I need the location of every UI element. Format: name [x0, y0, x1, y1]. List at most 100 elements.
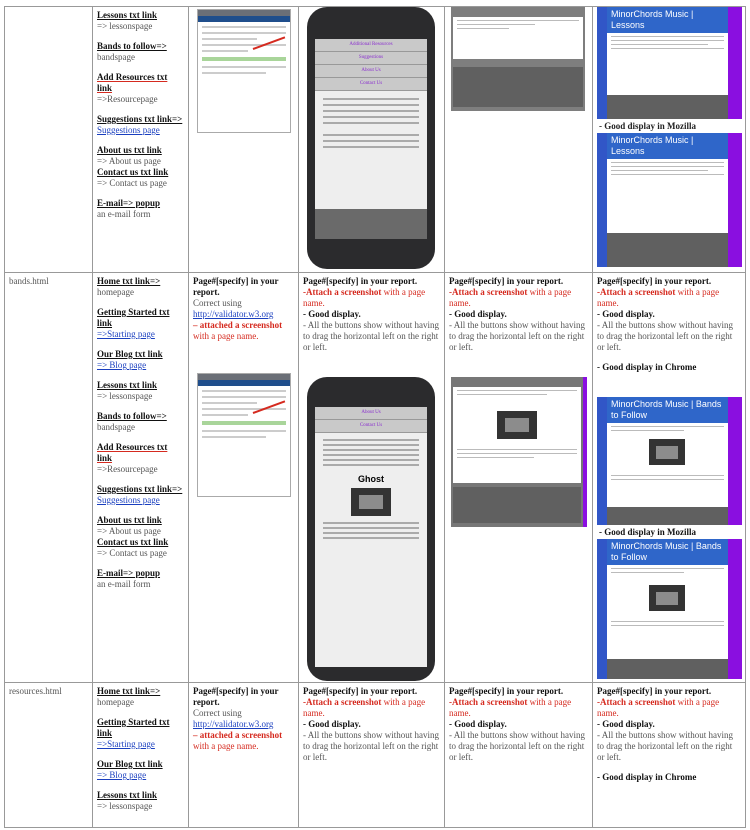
nav-link-entry: Getting Started txt link =>Starting page: [97, 307, 184, 340]
phone-body-text: [315, 91, 427, 155]
link-label: Suggestions txt link=>: [97, 484, 183, 494]
link-target[interactable]: =>Starting page: [97, 739, 184, 750]
link-target: bandspage: [97, 422, 135, 432]
validator-link[interactable]: http://validator.w3.org: [193, 309, 294, 320]
row1-mobile-cell: Additional Resources Suggestions About Us C…: [299, 7, 445, 273]
nav-link-entry: Contact us txt link => Contact us page: [97, 537, 184, 559]
attach-text: -Attach a screenshot: [303, 287, 382, 297]
desktop-heading: Page#[specify] in your report.: [597, 686, 712, 696]
attach-text: -Attach a screenshot: [449, 697, 528, 707]
row1-tablet-cell: [445, 7, 593, 273]
link-target: => lessonspage: [97, 391, 153, 401]
link-label: Add Resources txt link: [97, 72, 168, 93]
correct-text: Correct using: [193, 708, 242, 718]
nav-link-entry: Contact us txt link => Contact us page: [97, 167, 184, 189]
link-target: => lessonspage: [97, 801, 153, 811]
validator-screenshot: [197, 9, 291, 133]
link-label: Getting Started txt link: [97, 307, 170, 328]
good-display-text: - Good display.: [303, 309, 361, 319]
link-target: => Contact us page: [97, 548, 167, 558]
link-target: => About us page: [97, 526, 161, 536]
nav-link-entry: Our Blog txt link => Blog page: [97, 759, 184, 781]
link-label: Lessons txt link: [97, 10, 158, 20]
row1-links-cell: Lessons txt link => lessonspage Bands to f…: [93, 7, 189, 273]
link-label: Contact us txt link: [97, 537, 169, 547]
link-label: Our Blog txt link: [97, 759, 163, 769]
desktop-caption: - Good display in Mozilla: [599, 121, 697, 131]
link-target: homepage: [97, 287, 134, 297]
file-name: resources.html: [9, 686, 62, 696]
link-target: =>Resourcepage: [97, 94, 158, 104]
nav-link-entry: Our Blog txt link => Blog page: [97, 349, 184, 371]
attach-text: -Attach a screenshot: [303, 697, 382, 707]
validator-screenshot: [197, 373, 291, 497]
phone-nav-item[interactable]: Additional Resources: [315, 39, 427, 52]
link-target: an e-mail form: [97, 209, 151, 219]
nav-link-entry: Lessons txt link => lessonspage: [97, 10, 184, 32]
link-label: About us txt link: [97, 515, 162, 525]
validator-link[interactable]: http://validator.w3.org: [193, 719, 294, 730]
attached-text: – attached a screenshot: [193, 730, 283, 740]
row1-desktop-cell: MinorChords Music | Lessons - Good displ…: [593, 7, 746, 273]
link-target[interactable]: => Blog page: [97, 770, 184, 781]
desktop-screenshot-chrome: MinorChords Music | Bands to Follow: [597, 397, 742, 525]
phone-nav-item[interactable]: Contact Us: [315, 420, 427, 433]
link-target[interactable]: Suggestions page: [97, 495, 184, 506]
good-display-text: - Good display.: [597, 719, 655, 729]
good-display-text: - Good display.: [303, 719, 361, 729]
link-label: Getting Started txt link: [97, 717, 170, 738]
nav-link-entry: Home txt link=> homepage: [97, 276, 184, 298]
nav-link-entry: Add Resources txt link =>Resourcepage: [97, 72, 184, 105]
link-label: Suggestions txt link=>: [97, 114, 183, 124]
attach-text: -Attach a screenshot: [449, 287, 528, 297]
row2-tablet-cell: Page#[specify] in your report. -Attach a…: [445, 273, 593, 683]
nav-link-entry: Add Resources txt link =>Resourcepage: [97, 442, 184, 475]
chrome-caption: - Good display in Chrome: [597, 362, 697, 372]
desktop-heading: Page#[specify] in your report.: [597, 276, 712, 286]
link-label: Add Resources txt link: [97, 442, 168, 463]
phone-nav-item[interactable]: Suggestions: [315, 52, 427, 65]
link-label: E-mail=> popup: [97, 198, 161, 208]
nav-link-entry: Bands to follow=> bandspage: [97, 41, 184, 63]
page-name-text: with a page name.: [193, 331, 259, 341]
phone-screenshot: About Us Contact Us Ghost: [307, 377, 435, 681]
link-target: => Contact us page: [97, 178, 167, 188]
attach-text: -Attach a screenshot: [597, 697, 676, 707]
link-label: Lessons txt link: [97, 790, 158, 800]
phone-nav-item[interactable]: About Us: [315, 407, 427, 420]
band-photo: [351, 488, 391, 516]
mozilla-caption: - Good display in Mozilla: [599, 527, 697, 537]
link-target: =>Resourcepage: [97, 464, 158, 474]
good-display-text: - Good display.: [449, 719, 507, 729]
link-target: => About us page: [97, 156, 161, 166]
desktop-screenshot-chrome: MinorChords Music | Lessons: [597, 7, 742, 119]
row3-tablet-cell: Page#[specify] in your report. -Attach a…: [445, 683, 593, 828]
link-target[interactable]: => Blog page: [97, 360, 184, 371]
chrome-caption: - Good display in Chrome: [597, 772, 697, 782]
band-heading: Ghost: [358, 474, 384, 484]
tablet-screenshot: [451, 377, 587, 527]
buttons-note: - All the buttons show without having to…: [303, 730, 439, 762]
nav-link-entry: About us txt link => About us page: [97, 145, 184, 167]
desktop-page-title: MinorChords Music | Lessons: [607, 7, 728, 33]
tablet-screenshot: [451, 7, 585, 111]
link-label: About us txt link: [97, 145, 162, 155]
nav-link-entry: E-mail=> popup an e-mail form: [97, 568, 184, 590]
file-name: bands.html: [9, 276, 49, 286]
nav-link-entry: Lessons txt link => lessonspage: [97, 380, 184, 402]
link-target: homepage: [97, 697, 134, 707]
mobile-heading: Page#[specify] in your report.: [303, 686, 418, 696]
tablet-heading: Page#[specify] in your report.: [449, 686, 564, 696]
nav-link-entry: Bands to follow=> bandspage: [97, 411, 184, 433]
correct-text: Correct using: [193, 298, 242, 308]
nav-link-entry: Getting Started txt link =>Starting page: [97, 717, 184, 750]
link-label: Bands to follow=>: [97, 411, 167, 421]
link-label: Our Blog txt link: [97, 349, 163, 359]
link-target[interactable]: =>Starting page: [97, 329, 184, 340]
phone-nav-item[interactable]: About Us: [315, 65, 427, 78]
row3-file-cell: resources.html: [5, 683, 93, 828]
link-label: E-mail=> popup: [97, 568, 161, 578]
link-target[interactable]: Suggestions page: [97, 125, 184, 136]
phone-nav-item[interactable]: Contact Us: [315, 78, 427, 91]
attached-text: – attached a screenshot: [193, 320, 283, 330]
